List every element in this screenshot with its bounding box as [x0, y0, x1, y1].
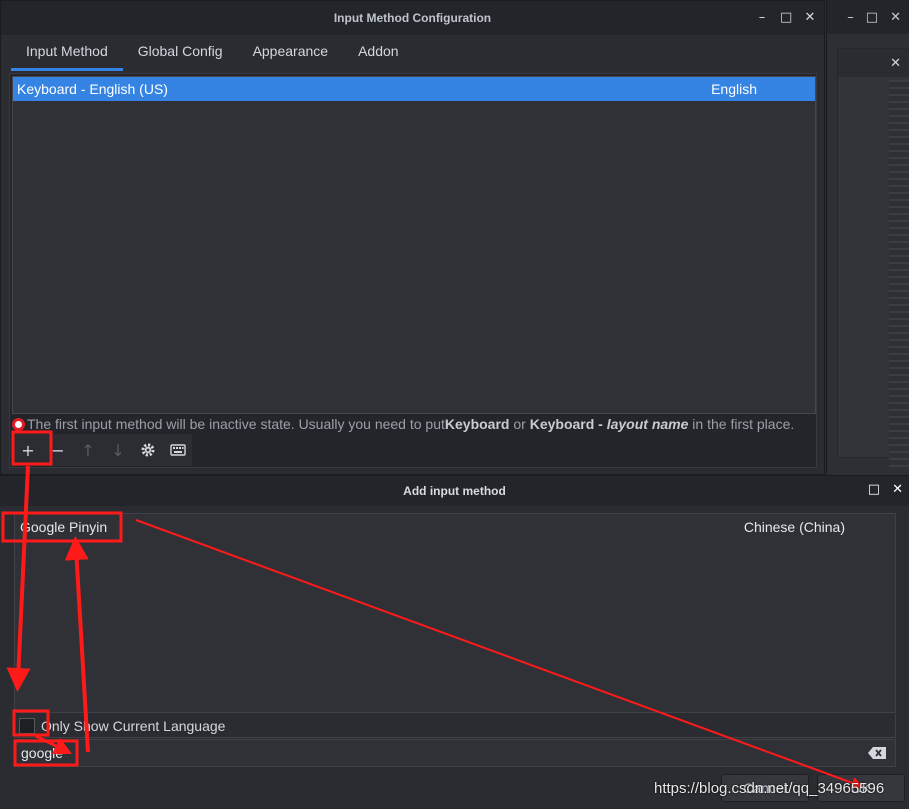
background-panel-bar: ✕ — [838, 49, 909, 77]
input-method-row[interactable]: Keyboard - English (US) English — [13, 77, 815, 101]
info-icon — [12, 417, 25, 431]
info-text-3: in the first place. — [688, 416, 795, 432]
input-method-language: English — [711, 81, 757, 97]
gear-icon[interactable] — [134, 436, 162, 464]
bg-panel-close-button[interactable]: ✕ — [890, 56, 901, 71]
move-up-button[interactable]: ↑ — [74, 436, 102, 464]
available-input-method-name: Google Pinyin — [20, 519, 108, 535]
available-input-method-language: Chinese (China) — [743, 519, 845, 535]
minimize-button[interactable]: – — [756, 9, 768, 27]
tab-appearance[interactable]: Appearance — [238, 35, 344, 71]
info-bold-italic-layout-name: layout name — [606, 416, 689, 432]
clear-search-icon[interactable] — [865, 741, 889, 765]
dialog-titlebar: Add input method □ ✕ — [0, 476, 909, 506]
search-bar — [14, 739, 896, 767]
only-current-language-checkbox[interactable] — [19, 717, 35, 734]
bg-minimize-button[interactable]: – — [847, 10, 854, 25]
only-current-language-label: Only Show Current Language — [41, 717, 226, 734]
dialog-close-button[interactable]: ✕ — [892, 482, 903, 497]
info-message: The first input method will be inactive … — [12, 414, 794, 434]
dialog-title: Add input method — [403, 484, 506, 498]
input-method-list: Keyboard - English (US) English — [12, 76, 816, 414]
tab-addon[interactable]: Addon — [343, 35, 413, 71]
info-bold-keyboard-layout: Keyboard - — [529, 416, 607, 432]
watermark: https://blog.csdn.net/qq_34965596 — [654, 780, 885, 797]
background-window: – □ ✕ ✕ — [826, 0, 909, 475]
background-text-lines — [889, 80, 909, 470]
tab-input-method[interactable]: Input Method — [11, 35, 123, 71]
keyboard-icon[interactable] — [164, 436, 192, 464]
search-input[interactable] — [15, 741, 865, 765]
dialog-window-controls: □ ✕ — [868, 482, 903, 497]
info-text-2: or — [509, 416, 530, 432]
info-text-1: The first input method will be inactive … — [27, 416, 445, 432]
input-method-panel: Keyboard - English (US) English The firs… — [9, 73, 817, 468]
bg-maximize-button[interactable]: □ — [866, 10, 878, 25]
available-input-method-row[interactable]: Google Pinyin Chinese (China) — [15, 514, 895, 540]
remove-input-method-button[interactable]: − — [44, 436, 72, 464]
maximize-button[interactable]: □ — [780, 9, 792, 27]
input-method-configuration-window: Input Method Configuration – □ ✕ Input M… — [0, 0, 825, 475]
titlebar: Input Method Configuration – □ ✕ — [1, 1, 824, 35]
input-method-toolbar: + − ↑ ↓ — [12, 434, 192, 466]
bg-close-button[interactable]: ✕ — [890, 10, 901, 25]
window-title: Input Method Configuration — [333, 11, 492, 25]
window-controls: – □ ✕ — [756, 9, 816, 27]
close-button[interactable]: ✕ — [804, 9, 816, 27]
only-current-language-option[interactable]: Only Show Current Language — [14, 714, 896, 738]
move-down-button[interactable]: ↓ — [104, 436, 132, 464]
add-input-method-dialog: Add input method □ ✕ Google Pinyin Chine… — [0, 475, 909, 809]
dialog-maximize-button[interactable]: □ — [868, 482, 880, 497]
background-titlebar: – □ ✕ — [827, 0, 909, 34]
available-input-method-list: Google Pinyin Chinese (China) — [14, 513, 896, 713]
input-method-name: Keyboard - English (US) — [17, 81, 168, 97]
info-bold-keyboard: Keyboard — [444, 416, 510, 432]
add-input-method-button[interactable]: + — [14, 436, 42, 464]
tab-global-config[interactable]: Global Config — [123, 35, 238, 71]
tab-bar: Input Method Global Config Appearance Ad… — [1, 35, 824, 71]
